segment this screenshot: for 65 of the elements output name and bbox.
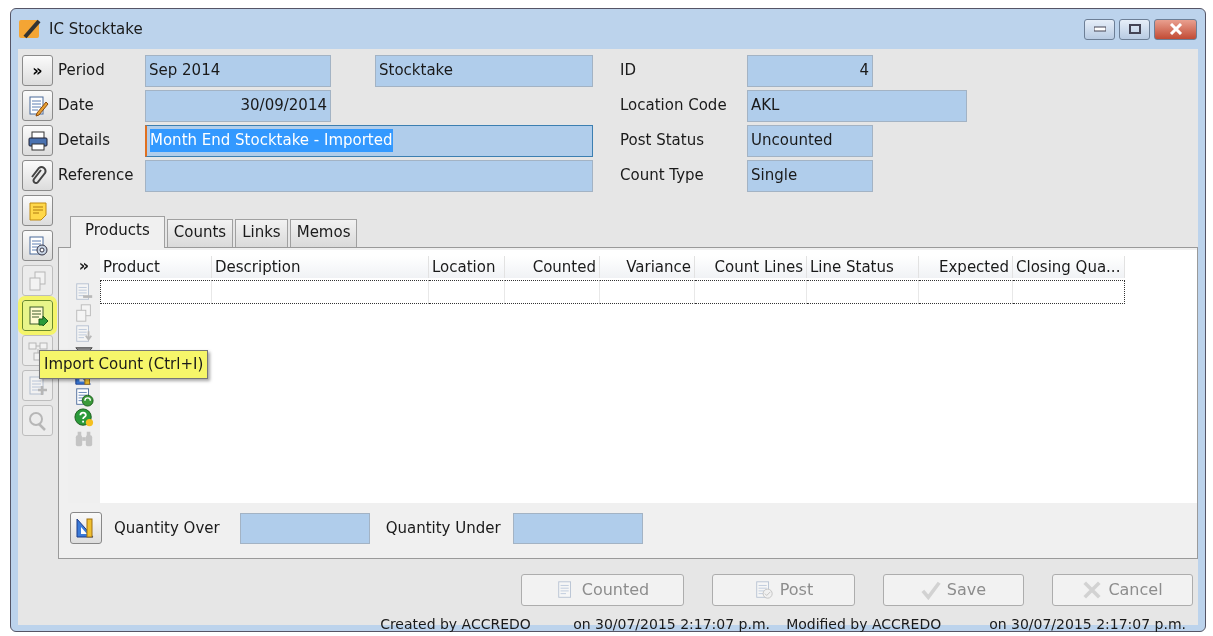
input-field[interactable]: 30/09/2014 (145, 89, 331, 122)
status-text: Modified by ACCREDO (786, 615, 943, 634)
input-field[interactable]: Sep 2014 (145, 54, 331, 87)
field-label: Post Status (620, 130, 705, 152)
column-header[interactable]: Expected (919, 256, 1013, 278)
column-header[interactable]: Count Lines (695, 256, 807, 278)
document-check-icon (753, 580, 774, 600)
input-field[interactable] (145, 159, 593, 192)
field-label: Date (58, 95, 95, 117)
help-bulb-icon[interactable] (74, 408, 94, 428)
field-label: Location Code (620, 95, 728, 117)
input-field[interactable] (239, 512, 370, 544)
input-field[interactable]: AKL (747, 89, 967, 122)
column-header[interactable]: Location (429, 256, 505, 278)
input-field[interactable]: 4 (747, 54, 873, 87)
field-label: Count Type (620, 165, 705, 187)
ruler-button[interactable] (70, 512, 102, 544)
expand-button[interactable]: » (22, 55, 53, 86)
window-title: IC Stocktake (49, 18, 144, 40)
input-field[interactable]: Stocktake (375, 54, 593, 87)
tab[interactable]: Products (70, 216, 165, 248)
checkmark-icon (920, 580, 941, 600)
cross-icon (1082, 580, 1103, 600)
column-header[interactable]: Counted (505, 256, 600, 278)
tab[interactable]: Memos (289, 219, 358, 247)
paperclip-button[interactable] (22, 160, 53, 191)
field-label: Period (58, 60, 106, 82)
app-logo-icon (19, 19, 41, 40)
field-label: Reference (58, 165, 135, 187)
printer-icon (26, 129, 49, 152)
document-arrow-icon (26, 304, 49, 327)
tab[interactable]: Counts (166, 219, 234, 247)
document-pencil-button[interactable] (22, 90, 53, 121)
column-header[interactable]: Product (100, 256, 212, 278)
field-label: Details (58, 130, 111, 152)
column-header[interactable]: Description (212, 256, 429, 278)
input-field[interactable]: Single (747, 159, 873, 192)
note-icon (26, 199, 49, 222)
status-text: Created by ACCREDO (380, 615, 532, 634)
set-square-ruler-icon (75, 517, 97, 539)
maximize-button[interactable] (1119, 18, 1150, 40)
field-label: ID (620, 60, 637, 82)
document-pencil-icon (26, 94, 49, 117)
expand-button[interactable]: » (78, 256, 90, 276)
tab[interactable]: Links (235, 219, 288, 247)
minimize-button[interactable] (1084, 18, 1115, 40)
close-button[interactable] (1154, 18, 1197, 40)
field-label: Quantity Over (114, 517, 220, 539)
input-field[interactable]: Uncounted (747, 124, 873, 157)
printer-button[interactable] (22, 125, 53, 156)
close-icon (1168, 23, 1183, 35)
minimize-icon (1093, 26, 1106, 32)
status-text: on 30/07/2015 2:17:07 p.m. (989, 615, 1186, 634)
document-gear-icon (26, 234, 49, 257)
column-header[interactable]: Variance (600, 256, 695, 278)
column-header[interactable]: Closing Qua... (1013, 256, 1125, 278)
document-refresh-icon[interactable] (74, 387, 94, 407)
field-label: Quantity Under (385, 517, 501, 539)
column-header[interactable]: Line Status (807, 256, 919, 278)
tooltip: Import Count (Ctrl+I) (39, 350, 209, 379)
status-text: on 30/07/2015 2:17:07 p.m. (573, 615, 771, 634)
input-field[interactable] (512, 512, 643, 544)
maximize-icon (1128, 24, 1141, 34)
document-gear-button[interactable] (22, 230, 53, 261)
documents-icon (26, 269, 49, 292)
